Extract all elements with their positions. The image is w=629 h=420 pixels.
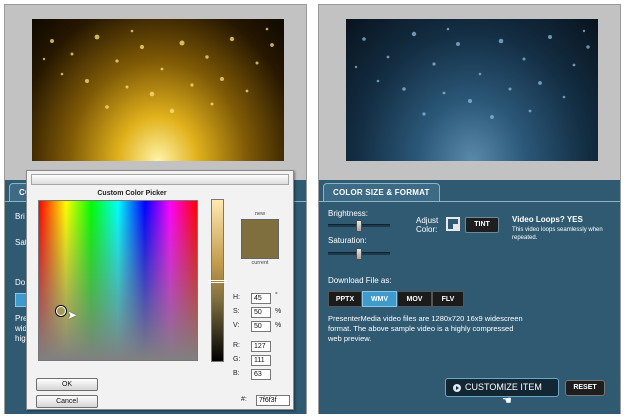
tint-button[interactable]: TINT	[465, 217, 499, 233]
hand-pointer-icon: ☚	[502, 395, 512, 407]
saturation-slider-knob[interactable]	[356, 248, 362, 260]
format-description: PresenterMedia video files are 1280x720 …	[328, 314, 523, 343]
gold-video-preview[interactable]	[32, 19, 284, 161]
green-input[interactable]: 111	[251, 355, 271, 366]
right-product-panel: COLOR SIZE & FORMAT Brightness: Saturati…	[318, 4, 621, 414]
value-field-label: V:	[233, 322, 240, 329]
adjust-label: Adjust	[416, 216, 439, 225]
saturation-field-label: S:	[233, 308, 240, 315]
desc-line-3-partial: hig	[15, 334, 26, 343]
video-loops-note: This video loops seamlessly when repeate…	[512, 227, 603, 241]
color-preview-swatch	[241, 219, 279, 259]
value-slider-marker[interactable]	[208, 280, 227, 283]
saturation-label: Saturation:	[328, 236, 367, 245]
hue-input[interactable]: 45	[251, 293, 271, 304]
video-loops-label: Video Loops? YES	[512, 215, 583, 224]
red-input[interactable]: 127	[251, 341, 271, 352]
dialog-header-bar[interactable]	[31, 174, 289, 185]
color-spectrum-field[interactable]: ➤	[38, 200, 198, 361]
play-circle-icon	[453, 384, 461, 392]
tab-color-size-format[interactable]: COLOR SIZE & FORMAT	[323, 183, 440, 202]
value-unit: %	[275, 322, 282, 329]
saturation-input[interactable]: 50	[251, 307, 271, 318]
hex-label: #:	[241, 396, 247, 403]
reset-button[interactable]: RESET	[565, 380, 605, 396]
blue-video-preview[interactable]	[346, 19, 598, 161]
custom-color-picker-dialog: Custom Color Picker ➤ new current H: 45 …	[26, 170, 294, 410]
format-mov-button[interactable]: MOV	[397, 291, 432, 307]
ok-button[interactable]: OK	[36, 378, 98, 391]
hue-label: H:	[233, 294, 240, 301]
current-color-label: current	[251, 260, 269, 266]
green-label: G:	[233, 356, 241, 363]
red-label: R:	[233, 342, 240, 349]
cancel-button[interactable]: Cancel	[36, 395, 98, 408]
saturation-unit: %	[275, 308, 282, 315]
hex-input[interactable]: 7f6f3f	[256, 395, 290, 406]
new-color-label: new	[254, 211, 266, 217]
brightness-slider[interactable]	[328, 220, 390, 232]
format-pptx-button[interactable]: PPTX	[328, 291, 362, 307]
value-input[interactable]: 50	[251, 321, 271, 332]
gold-sparkles	[42, 27, 274, 114]
format-flv-button[interactable]: FLV	[432, 291, 464, 307]
tint-swatch-icon[interactable]	[446, 217, 460, 231]
brightness-slider-knob[interactable]	[356, 220, 362, 232]
tab-divider	[319, 201, 620, 202]
blue-input[interactable]: 63	[251, 369, 271, 380]
color-label: Color:	[416, 225, 438, 234]
download-label: Download File as:	[328, 276, 392, 285]
spectrum-selection-marker[interactable]	[56, 306, 66, 316]
options-area: COLOR SIZE & FORMAT Brightness: Saturati…	[319, 180, 620, 414]
blue-label: B:	[233, 370, 240, 377]
customize-item-label: CUSTOMIZE ITEM	[465, 382, 542, 392]
dialog-title: Custom Color Picker	[97, 190, 167, 197]
mouse-cursor-icon: ➤	[67, 308, 78, 322]
format-wmv-button[interactable]: WMV	[362, 291, 397, 307]
brightness-label: Brightness:	[328, 209, 369, 218]
brightness-label-partial: Bri	[15, 212, 25, 221]
hue-unit: °	[275, 292, 278, 299]
saturation-slider[interactable]	[328, 248, 390, 260]
download-label-partial: Do	[15, 278, 26, 287]
blue-sparkles	[354, 27, 590, 119]
